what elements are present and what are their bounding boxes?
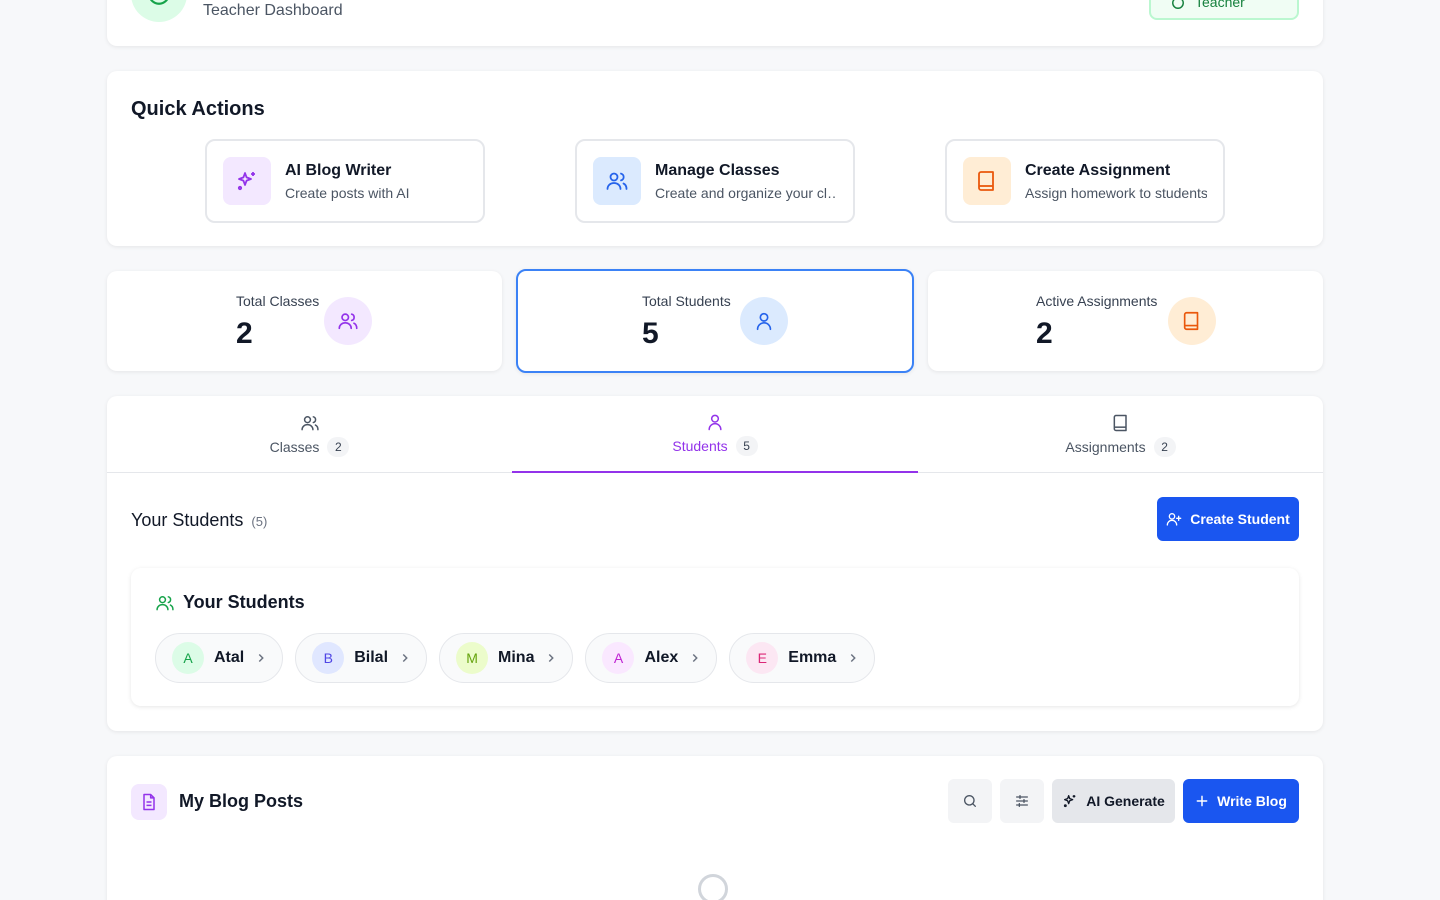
book-icon — [963, 157, 1011, 205]
tab-students[interactable]: Students 5 — [512, 396, 918, 473]
students-panel: Your Students A Atal B Bilal M Mina A Al… — [131, 568, 1299, 706]
header-card: Teacher Dashboard Teacher — [107, 0, 1323, 46]
check-circle-icon — [1171, 0, 1185, 10]
quick-action-desc: Assign homework to students — [1025, 184, 1207, 201]
quick-action-desc: Create and organize your classes — [655, 184, 837, 201]
chevron-right-icon — [398, 651, 412, 665]
quick-action-manage-classes[interactable]: Manage Classes Create and organize your … — [575, 139, 855, 223]
avatar: E — [746, 642, 779, 674]
student-name: Atal — [214, 649, 245, 666]
avatar: B — [312, 642, 345, 674]
avatar: A — [602, 642, 635, 674]
sliders-icon — [1014, 793, 1030, 809]
quick-action-label: Create Assignment — [1025, 161, 1171, 179]
avatar: A — [172, 642, 204, 674]
section-title-text: Your Students — [131, 510, 244, 530]
blog-posts-card: My Blog Posts AI Generate Write Blog — [107, 756, 1323, 900]
header-subtitle: Teacher Dashboard — [203, 2, 343, 19]
create-student-button[interactable]: Create Student — [1157, 497, 1299, 541]
write-blog-button[interactable]: Write Blog — [1183, 779, 1299, 823]
stat-total-students[interactable]: Total Students 5 — [516, 269, 914, 373]
chevron-right-icon — [544, 651, 558, 665]
tab-count-badge: 5 — [735, 435, 758, 456]
create-student-label: Create Student — [1190, 511, 1290, 527]
student-chip[interactable]: B Bilal — [295, 633, 428, 683]
blog-posts-title: My Blog Posts — [179, 791, 304, 811]
tab-label: Classes — [269, 438, 320, 455]
role-badge: Teacher — [1149, 0, 1299, 20]
ai-generate-button[interactable]: AI Generate — [1052, 779, 1175, 823]
role-badge-label: Teacher — [1195, 0, 1245, 10]
stat-label: Total Classes — [236, 293, 320, 309]
student-name: Emma — [788, 649, 837, 666]
search-icon — [962, 793, 978, 809]
student-name: Mina — [498, 649, 535, 666]
users-icon — [593, 157, 641, 205]
avatar: M — [456, 642, 489, 674]
tab-count-badge: 2 — [327, 436, 350, 457]
student-name: Bilal — [354, 649, 389, 666]
app-logo-icon — [131, 0, 187, 22]
filter-button[interactable] — [1000, 779, 1044, 823]
quick-action-label: AI Blog Writer — [285, 161, 392, 179]
stat-label: Total Students — [642, 293, 731, 309]
students-section-title: Your Students (5) — [131, 510, 267, 531]
users-icon — [324, 297, 372, 345]
student-chip[interactable]: A Alex — [585, 633, 718, 683]
book-icon — [1168, 297, 1216, 345]
users-icon — [155, 593, 175, 613]
tab-count-badge: 2 — [1153, 436, 1176, 457]
loading-spinner — [698, 874, 728, 900]
stat-value: 2 — [236, 317, 253, 350]
users-icon — [300, 413, 320, 433]
tabs-card: Classes 2 Students 5 Assignments 2 Your … — [107, 396, 1323, 731]
students-panel-title: Your Students — [155, 592, 305, 613]
write-blog-label: Write Blog — [1217, 793, 1287, 809]
search-button[interactable] — [948, 779, 992, 823]
sparkles-icon — [223, 157, 271, 205]
stat-value: 5 — [642, 317, 659, 350]
quick-action-create-assignment[interactable]: Create Assignment Assign homework to stu… — [945, 139, 1225, 223]
ai-generate-label: AI Generate — [1086, 793, 1165, 809]
quick-action-ai-blog-writer[interactable]: AI Blog Writer Create posts with AI — [205, 139, 485, 223]
quick-action-desc: Create posts with AI — [285, 184, 410, 201]
document-icon — [131, 784, 167, 820]
quick-actions-card: Quick Actions AI Blog Writer Create post… — [107, 71, 1323, 246]
panel-title-text: Your Students — [183, 592, 305, 612]
student-chip[interactable]: M Mina — [439, 633, 574, 683]
plus-icon — [1195, 794, 1209, 808]
student-chip[interactable]: E Emma — [729, 633, 876, 683]
tab-assignments[interactable]: Assignments 2 — [918, 396, 1323, 473]
quick-actions-title: Quick Actions — [131, 98, 265, 120]
stat-value: 2 — [1036, 317, 1053, 350]
chevron-right-icon — [846, 651, 860, 665]
student-name: Alex — [644, 649, 679, 666]
student-chip-list: A Atal B Bilal M Mina A Alex E Emma — [155, 633, 876, 683]
tab-label: Students — [672, 437, 728, 454]
stat-active-assignments[interactable]: Active Assignments 2 — [928, 271, 1323, 371]
tab-bar: Classes 2 Students 5 Assignments 2 — [107, 396, 1323, 473]
stat-total-classes[interactable]: Total Classes 2 — [107, 271, 502, 371]
user-icon — [705, 412, 725, 432]
tab-label: Assignments — [1065, 438, 1146, 455]
user-plus-icon — [1166, 511, 1182, 527]
user-icon — [740, 297, 788, 345]
tab-classes[interactable]: Classes 2 — [107, 396, 512, 473]
section-count: (5) — [251, 514, 268, 529]
book-icon — [1111, 413, 1131, 433]
student-chip[interactable]: A Atal — [155, 633, 284, 683]
quick-action-label: Manage Classes — [655, 161, 780, 179]
stat-label: Active Assignments — [1036, 293, 1158, 309]
chevron-right-icon — [254, 651, 268, 665]
chevron-right-icon — [688, 651, 702, 665]
sparkles-icon — [1062, 793, 1078, 809]
